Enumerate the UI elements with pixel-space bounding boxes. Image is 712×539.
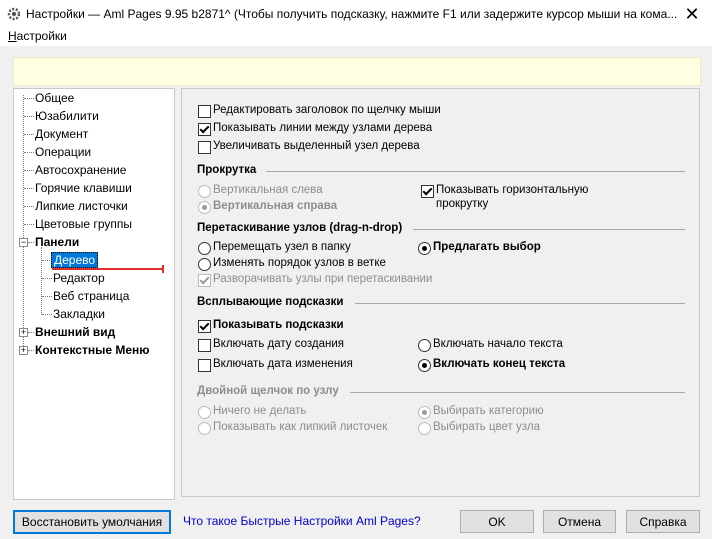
move-to-folder-radio[interactable] — [198, 242, 211, 255]
edit-header-checkbox[interactable] — [198, 105, 211, 118]
text-end-label: Включать конец текста — [433, 358, 566, 370]
include-created-checkbox[interactable] — [198, 339, 211, 352]
tree-item-appearance[interactable]: Внешний вид — [35, 325, 115, 339]
include-modified-label: Включать дата изменения — [213, 358, 353, 370]
scroll-right-radio[interactable] — [198, 201, 211, 214]
tree-item-bookmarks[interactable]: Закладки — [53, 307, 105, 321]
include-created-label: Включать дату создания — [213, 338, 344, 350]
show-lines-checkbox[interactable] — [198, 123, 211, 136]
scroll-left-radio[interactable] — [198, 185, 211, 198]
group-divider — [266, 171, 685, 172]
tree-item-web-page[interactable]: Веб страница — [53, 289, 129, 303]
tree-line — [24, 224, 34, 225]
tree-line — [24, 206, 34, 207]
expand-icon[interactable]: + — [19, 346, 28, 355]
menu-settings-accel: Н — [8, 29, 17, 43]
scroll-left-label: Вертикальная слева — [213, 184, 323, 196]
show-sticky-label: Показывать как липкий листочек — [213, 421, 388, 433]
show-horizontal-checkbox[interactable] — [421, 185, 434, 198]
dblclick-group-title: Двойной щелчок по узлу — [197, 385, 339, 397]
enlarge-selected-label: Увеличивать выделенный узел дерева — [213, 140, 420, 152]
tree-item-context-menus[interactable]: Контекстные Меню — [35, 343, 150, 357]
show-sticky-radio[interactable] — [198, 422, 211, 435]
select-color-label: Выбирать цвет узла — [433, 421, 540, 433]
cancel-button[interactable]: Отмена — [543, 510, 616, 533]
text-start-radio[interactable] — [418, 339, 431, 352]
drag-group-title: Перетаскивание узлов (drag-n-drop) — [197, 222, 403, 234]
edit-header-label: Редактировать заголовок по щелчку мыши — [213, 104, 441, 116]
group-divider — [350, 392, 685, 393]
tree-item-general[interactable]: Общее — [35, 91, 74, 105]
scroll-right-label: Вертикальная справа — [213, 200, 338, 212]
expand-icon[interactable]: + — [19, 328, 28, 337]
do-nothing-radio[interactable] — [198, 406, 211, 419]
change-order-radio[interactable] — [198, 258, 211, 271]
scroll-group-title: Прокрутка — [197, 164, 257, 176]
select-category-radio[interactable] — [418, 406, 431, 419]
show-tooltips-checkbox[interactable] — [198, 320, 211, 333]
ok-button[interactable]: OK — [460, 510, 534, 533]
collapse-icon[interactable]: − — [19, 238, 28, 247]
menu-settings[interactable]: Настройки — [8, 29, 67, 43]
hint-bar — [13, 57, 701, 86]
move-to-folder-label: Перемещать узел в папку — [213, 241, 351, 253]
text-start-label: Включать начало текста — [433, 338, 563, 350]
tree-line — [24, 170, 34, 171]
tree-line — [42, 296, 52, 297]
tree-item-hotkeys[interactable]: Горячие клавиши — [35, 181, 132, 195]
tree-item-sticky-notes[interactable]: Липкие листочки — [35, 199, 128, 213]
tree-line — [42, 278, 52, 279]
tree-item-panels[interactable]: Панели — [35, 235, 79, 249]
tree-line — [24, 152, 34, 153]
group-divider — [355, 303, 685, 304]
tree-line — [24, 188, 34, 189]
help-button[interactable]: Справка — [626, 510, 700, 533]
tree-line — [28, 332, 34, 333]
tree-line — [24, 116, 34, 117]
tree-item-color-groups[interactable]: Цветовые группы — [35, 217, 132, 231]
show-lines-label: Показывать линии между узлами дерева — [213, 122, 433, 134]
text-end-radio[interactable] — [418, 359, 431, 372]
expand-on-drag-checkbox[interactable] — [198, 274, 211, 287]
tree-line — [24, 134, 34, 135]
show-horizontal-label-1: Показывать горизонтальную — [436, 184, 589, 196]
tree-line — [42, 314, 52, 315]
menu-bar — [0, 28, 712, 46]
offer-choice-radio[interactable] — [418, 242, 431, 255]
offer-choice-label: Предлагать выбор — [433, 241, 541, 253]
menu-settings-label: астройки — [16, 29, 67, 43]
annotation-arrow-icon — [52, 265, 164, 273]
tree-line — [24, 98, 34, 99]
window-title: Настройки — Aml Pages 9.95 b2871^ (Чтобы… — [26, 7, 678, 21]
close-button[interactable]: ✕ — [672, 0, 712, 28]
tree-item-document[interactable]: Документ — [35, 127, 88, 141]
settings-tree[interactable]: Общее Юзабилити Документ Операции Автосо… — [13, 88, 175, 500]
tree-line — [28, 242, 34, 243]
show-horizontal-label-2: прокрутку — [436, 198, 489, 210]
tree-line — [41, 247, 42, 315]
tree-item-usability[interactable]: Юзабилити — [35, 109, 99, 123]
enlarge-selected-checkbox[interactable] — [198, 141, 211, 154]
change-order-label: Изменять порядок узлов в ветке — [213, 257, 386, 269]
show-tooltips-label: Показывать подсказки — [213, 319, 344, 331]
quick-settings-link[interactable]: Что такое Быстрые Настройки Aml Pages? — [183, 514, 421, 528]
restore-defaults-button[interactable]: Восстановить умолчания — [13, 510, 171, 534]
tooltips-group-title: Всплывающие подсказки — [197, 296, 344, 308]
include-modified-checkbox[interactable] — [198, 359, 211, 372]
select-category-label: Выбирать категорию — [433, 405, 544, 417]
group-divider — [413, 229, 685, 230]
expand-on-drag-label: Разворачивать узлы при перетаскивании — [213, 273, 433, 285]
tree-item-operations[interactable]: Операции — [35, 145, 91, 159]
do-nothing-label: Ничего не делать — [213, 405, 307, 417]
tree-line — [28, 350, 34, 351]
select-color-radio[interactable] — [418, 422, 431, 435]
gear-icon — [6, 6, 22, 22]
tree-item-autosave[interactable]: Автосохранение — [35, 163, 126, 177]
